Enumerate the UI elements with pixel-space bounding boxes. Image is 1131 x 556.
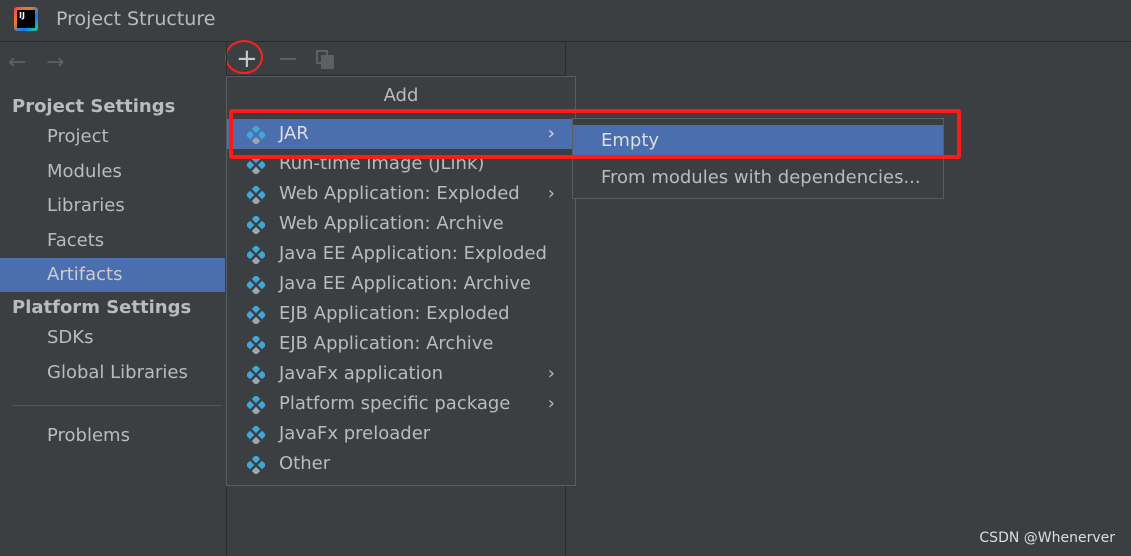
menu-item[interactable]: Web Application: Archive [227, 209, 575, 239]
artifact-icon [247, 216, 265, 234]
forward-icon[interactable]: → [46, 50, 64, 75]
intellij-logo-icon: IJ [14, 7, 38, 31]
sidebar-item-global-libraries[interactable]: Global Libraries [0, 356, 225, 390]
artifact-icon [247, 186, 265, 204]
platform-settings-heading: Platform Settings [12, 297, 192, 318]
artifact-icon [247, 426, 265, 444]
window-title: Project Structure [56, 8, 216, 30]
menu-item[interactable]: JavaFx preloader [227, 419, 575, 449]
submenu-item-from-modules[interactable]: From modules with dependencies... [573, 162, 943, 194]
menu-header: Add [383, 85, 419, 106]
menu-item-label: Platform specific package [279, 393, 511, 414]
chevron-right-icon: › [547, 183, 555, 204]
menu-item-label: EJB Application: Exploded [279, 303, 510, 324]
menu-item[interactable]: Web Application: Exploded › [227, 179, 575, 209]
menu-item[interactable]: EJB Application: Archive [227, 329, 575, 359]
menu-item[interactable]: Other [227, 449, 575, 479]
artifact-icon [247, 276, 265, 294]
remove-button[interactable]: − [277, 44, 299, 74]
copy-icon[interactable] [316, 50, 334, 69]
sidebar-item-modules[interactable]: Modules [0, 155, 225, 189]
menu-item-label: JavaFx application [279, 363, 444, 384]
artifact-icon [247, 246, 265, 264]
jar-empty-highlight [229, 109, 961, 159]
sidebar-item-facets[interactable]: Facets [0, 224, 225, 258]
menu-item-label: JavaFx preloader [279, 423, 431, 444]
menu-item-label: Web Application: Archive [279, 213, 504, 234]
menu-item[interactable]: Java EE Application: Exploded [227, 239, 575, 269]
add-button-highlight [225, 40, 263, 74]
sidebar-item-project[interactable]: Project [0, 120, 225, 154]
menu-item[interactable]: Java EE Application: Archive [227, 269, 575, 299]
back-icon[interactable]: ← [8, 50, 26, 75]
title-bar: IJ Project Structure [0, 0, 1131, 42]
chevron-right-icon: › [547, 363, 555, 384]
menu-item-label: Web Application: Exploded [279, 183, 520, 204]
artifact-icon [247, 336, 265, 354]
menu-item[interactable]: EJB Application: Exploded [227, 299, 575, 329]
menu-item-label: Other [279, 453, 331, 474]
watermark: CSDN @Whenerver [979, 530, 1115, 546]
sidebar-item-problems[interactable]: Problems [0, 419, 225, 453]
sidebar-item-sdks[interactable]: SDKs [0, 321, 225, 355]
artifact-icon [247, 306, 265, 324]
logo-text: IJ [17, 10, 35, 28]
artifact-icon [247, 366, 265, 384]
divider [12, 405, 222, 406]
menu-item[interactable]: Platform specific package › [227, 389, 575, 419]
menu-item[interactable]: JavaFx application › [227, 359, 575, 389]
chevron-right-icon: › [547, 393, 555, 414]
project-settings-heading: Project Settings [12, 96, 176, 117]
sidebar-item-artifacts[interactable]: Artifacts [0, 258, 225, 292]
menu-item-label: Java EE Application: Archive [279, 273, 531, 294]
menu-item-label: EJB Application: Archive [279, 333, 494, 354]
sidebar-item-libraries[interactable]: Libraries [0, 189, 225, 223]
artifact-icon [247, 456, 265, 474]
menu-item-label: Java EE Application: Exploded [279, 243, 547, 264]
artifact-icon [247, 396, 265, 414]
